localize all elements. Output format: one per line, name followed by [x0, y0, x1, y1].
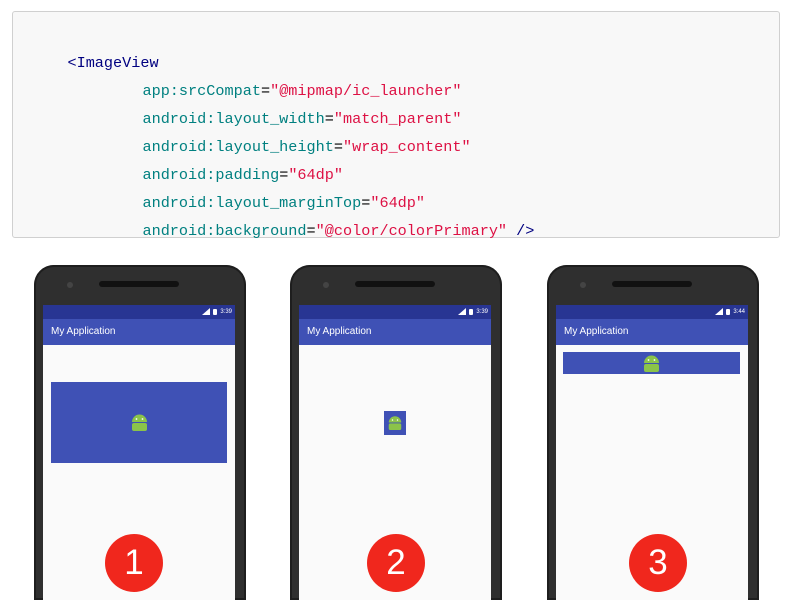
battery-icon — [726, 308, 731, 315]
app-bar: My Application — [43, 319, 235, 345]
battery-icon — [213, 308, 218, 315]
step-badge: 3 — [629, 534, 687, 592]
code-attr-value: "@color/colorPrimary" — [315, 222, 508, 240]
camera-icon — [580, 282, 586, 288]
status-bar: 3:39 — [299, 305, 491, 319]
wifi-icon — [458, 308, 467, 315]
status-time: 3:44 — [733, 308, 745, 315]
android-icon — [132, 414, 147, 431]
camera-icon — [323, 282, 329, 288]
code-attr-value: "wrap_content" — [343, 138, 471, 156]
app-bar: My Application — [299, 319, 491, 345]
app-title: My Application — [564, 326, 629, 337]
camera-icon — [67, 282, 73, 288]
status-bar: 3:44 — [556, 305, 748, 319]
app-title: My Application — [51, 326, 116, 337]
battery-icon — [469, 308, 474, 315]
android-icon — [644, 355, 659, 372]
status-bar: 3:39 — [43, 305, 235, 319]
wifi-icon — [715, 308, 724, 315]
code-line-attr: android:background="@color/colorPrimary"… — [142, 222, 535, 240]
step-badge: 2 — [367, 534, 425, 592]
image-view — [563, 352, 740, 374]
status-time: 3:39 — [220, 308, 232, 315]
app-title: My Application — [307, 326, 372, 337]
code-block: <ImageView app:srcCompat="@mipmap/ic_lau… — [12, 11, 780, 240]
app-bar: My Application — [556, 319, 748, 345]
image-view — [384, 411, 406, 435]
android-icon — [388, 416, 402, 430]
step-badge: 1 — [105, 534, 163, 592]
code-attr-name: android:background — [142, 222, 307, 240]
phone-3: 3:44 My Application 3 — [547, 265, 759, 600]
speaker-grille — [355, 281, 435, 287]
code-close-tag: /> — [507, 222, 535, 240]
phone-2: 3:39 My Application 2 — [290, 265, 502, 600]
status-time: 3:39 — [476, 308, 488, 315]
image-view — [51, 382, 227, 463]
wifi-icon — [202, 308, 211, 315]
speaker-grille — [612, 281, 692, 287]
speaker-grille — [99, 281, 179, 287]
phone-1: 3:39 My Application 1 — [34, 265, 246, 600]
